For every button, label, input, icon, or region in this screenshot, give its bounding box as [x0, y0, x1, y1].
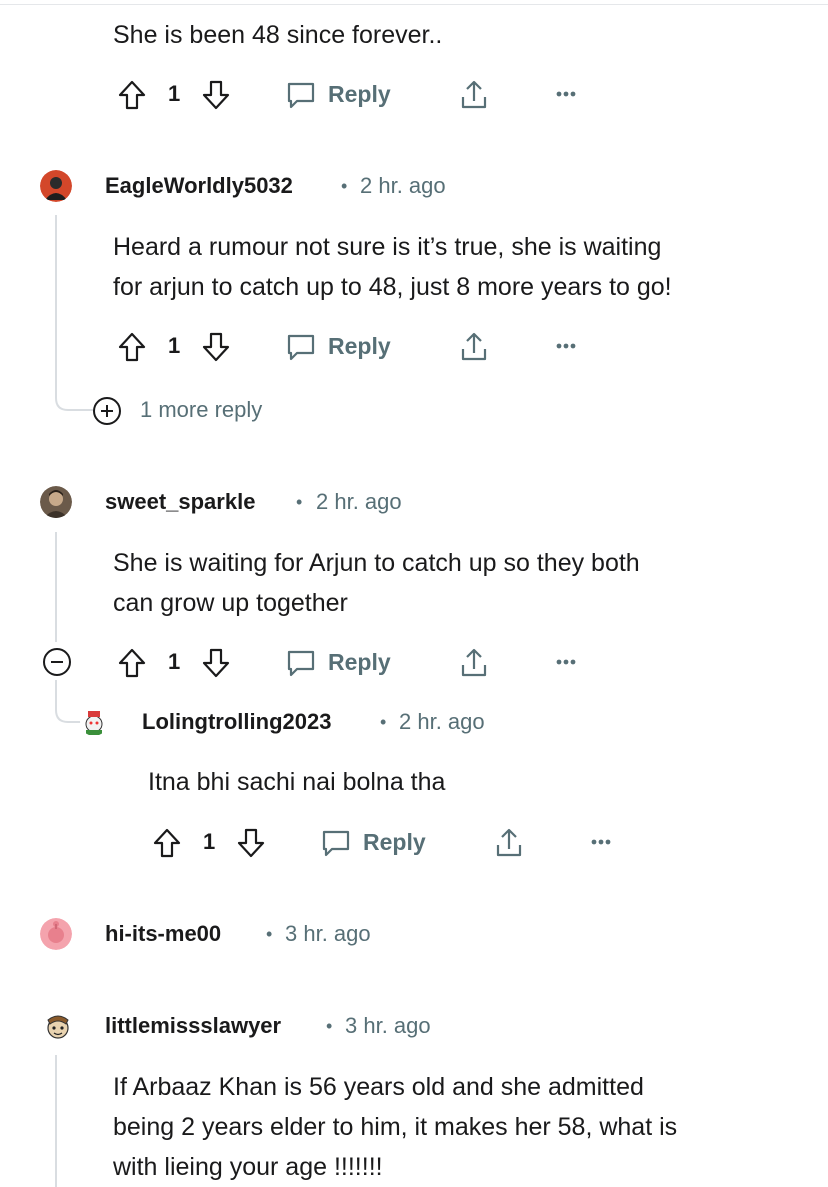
upvote-arrow-icon[interactable] [117, 331, 147, 363]
comment-body: Itna bhi sachi nai bolna tha [148, 768, 446, 796]
comment-line: Heard a rumour not sure is it’s true, sh… [113, 233, 662, 261]
timestamp: 3 hr. ago [345, 1013, 431, 1038]
vote-count: 1 [203, 829, 216, 854]
reply-button[interactable]: Reply [363, 829, 426, 856]
thread-line [55, 1055, 57, 1187]
more-replies-link[interactable]: 1 more reply [140, 397, 262, 423]
separator-dot: • [380, 712, 387, 732]
vote-count: 1 [168, 333, 181, 358]
comment-actions: 1 Reply [148, 823, 628, 863]
avatar[interactable] [40, 486, 72, 518]
separator-dot: • [326, 1016, 333, 1036]
avatar[interactable] [80, 708, 108, 736]
reply-button[interactable]: Reply [328, 333, 391, 360]
reply-button[interactable]: Reply [328, 649, 391, 676]
reply-button[interactable]: Reply [328, 81, 391, 108]
speech-bubble-icon[interactable] [285, 79, 317, 111]
share-upload-icon[interactable] [458, 331, 490, 363]
upvote-arrow-icon[interactable] [117, 79, 147, 111]
username[interactable]: littlemissslawyer [105, 1013, 281, 1039]
comment-line: being 2 years elder to him, it makes her… [113, 1113, 678, 1141]
thread-line [55, 215, 57, 395]
separator-dot: • [296, 492, 303, 512]
comment-body: Heard a rumour not sure is it’s true, sh… [113, 227, 672, 307]
speech-bubble-icon[interactable] [285, 331, 317, 363]
vote-count: 1 [168, 649, 181, 674]
username[interactable]: hi-its-me00 [105, 921, 221, 947]
separator-dot: • [341, 176, 348, 196]
ellipsis-icon[interactable] [590, 838, 612, 846]
comment-line: If Arbaaz Khan is 56 years old and she a… [113, 1073, 644, 1101]
share-upload-icon[interactable] [458, 79, 490, 111]
avatar[interactable] [40, 918, 72, 950]
username[interactable]: Lolingtrolling2023 [142, 709, 331, 735]
comment-actions: 1 Reply [113, 643, 593, 683]
username[interactable]: sweet_sparkle [105, 489, 255, 515]
comment-line: She is waiting for Arjun to catch up so … [113, 549, 640, 577]
minus-circle-icon[interactable] [42, 647, 72, 677]
separator-dot: • [266, 924, 273, 944]
downvote-arrow-icon[interactable] [236, 827, 266, 859]
comment-line: for arjun to catch up to 48, just 8 more… [113, 273, 672, 301]
top-divider [0, 4, 828, 5]
comment-line: can grow up together [113, 589, 348, 617]
thread-curve [55, 380, 93, 411]
timestamp: 3 hr. ago [285, 921, 371, 946]
username[interactable]: EagleWorldly5032 [105, 173, 293, 199]
comment-body: She is waiting for Arjun to catch up so … [113, 543, 640, 623]
speech-bubble-icon[interactable] [285, 647, 317, 679]
share-upload-icon[interactable] [493, 827, 525, 859]
downvote-arrow-icon[interactable] [201, 647, 231, 679]
upvote-arrow-icon[interactable] [117, 647, 147, 679]
downvote-arrow-icon[interactable] [201, 79, 231, 111]
downvote-arrow-icon[interactable] [201, 331, 231, 363]
comment-line: with lieing your age !!!!!!! [113, 1153, 383, 1181]
avatar[interactable] [40, 170, 72, 202]
vote-count: 1 [168, 81, 181, 106]
comment-body: If Arbaaz Khan is 56 years old and she a… [113, 1067, 677, 1187]
ellipsis-icon[interactable] [555, 342, 577, 350]
upvote-arrow-icon[interactable] [152, 827, 182, 859]
comment-actions: 1 Reply [113, 75, 593, 115]
ellipsis-icon[interactable] [555, 658, 577, 666]
timestamp: 2 hr. ago [399, 709, 485, 734]
ellipsis-icon[interactable] [555, 90, 577, 98]
thread-line [55, 532, 57, 642]
timestamp: 2 hr. ago [360, 173, 446, 198]
comment-actions: 1 Reply [113, 327, 593, 367]
comment-body: She is been 48 since forever.. [113, 21, 443, 49]
plus-circle-icon[interactable] [92, 396, 122, 426]
speech-bubble-icon[interactable] [320, 827, 352, 859]
avatar[interactable] [42, 1010, 74, 1042]
timestamp: 2 hr. ago [316, 489, 402, 514]
share-upload-icon[interactable] [458, 647, 490, 679]
